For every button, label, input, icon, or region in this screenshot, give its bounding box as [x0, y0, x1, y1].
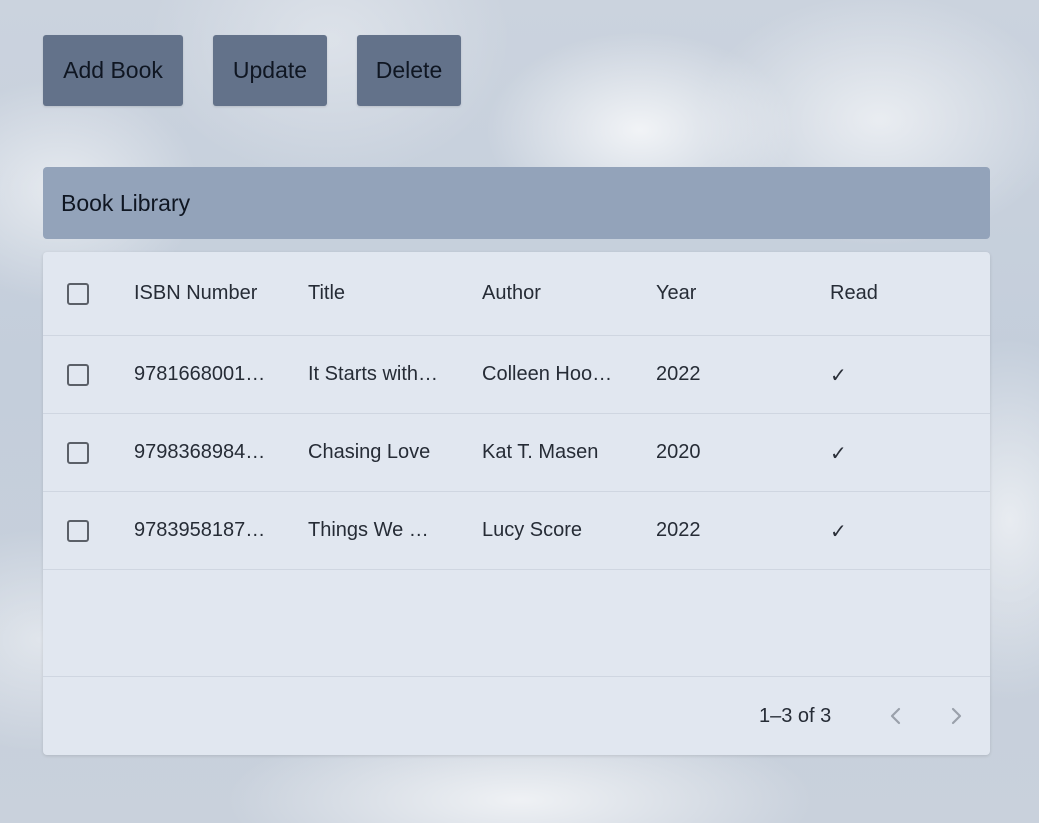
column-header-read-label: Read — [830, 282, 878, 304]
table-row[interactable]: 9781668001… It Starts with… Colleen Hoo…… — [43, 336, 990, 414]
table-row[interactable]: 9783958187… Things We … Lucy Score 2022 … — [43, 492, 990, 570]
chevron-right-icon — [951, 707, 962, 725]
table-row[interactable]: 9798368984… Chasing Love Kat T. Masen 20… — [43, 414, 990, 492]
row-select-cell — [67, 414, 97, 491]
isbn-value: 9781668001… — [134, 363, 266, 385]
read-check-icon: ✓ — [830, 362, 847, 387]
author-cell: Kat T. Masen — [482, 414, 624, 491]
add-book-button[interactable]: Add Book — [43, 35, 183, 106]
row-select-cell — [67, 336, 97, 413]
previous-page-button[interactable] — [880, 700, 912, 732]
title-value: Things We … — [308, 519, 429, 541]
year-cell: 2022 — [656, 492, 776, 569]
read-cell: ✓ — [830, 336, 950, 413]
column-header-title-label: Title — [308, 282, 346, 304]
library-title: Book Library — [61, 189, 191, 216]
row-checkbox[interactable] — [67, 441, 89, 464]
isbn-cell: 9783958187… — [134, 492, 276, 569]
title-cell: Chasing Love — [308, 414, 450, 491]
column-header-isbn-label: ISBN Number — [134, 282, 258, 304]
year-value: 2022 — [656, 519, 701, 541]
year-value: 2022 — [656, 363, 701, 385]
read-cell: ✓ — [830, 414, 950, 491]
book-table: ISBN Number Title Author Year Read 97816… — [43, 252, 990, 755]
update-button[interactable]: Update — [213, 35, 327, 106]
select-all-cell — [67, 252, 97, 335]
table-header-row: ISBN Number Title Author Year Read — [43, 252, 990, 336]
column-header-title[interactable]: Title — [308, 252, 450, 335]
row-select-cell — [67, 492, 97, 569]
next-page-button[interactable] — [940, 700, 972, 732]
author-value: Colleen Hoo… — [482, 363, 613, 385]
year-value: 2020 — [656, 441, 701, 463]
row-checkbox[interactable] — [67, 363, 89, 386]
row-checkbox[interactable] — [67, 519, 89, 542]
title-value: Chasing Love — [308, 441, 431, 463]
year-cell: 2020 — [656, 414, 776, 491]
pagination-footer: 1–3 of 3 — [43, 676, 990, 755]
isbn-cell: 9798368984… — [134, 414, 276, 491]
author-value: Lucy Score — [482, 519, 583, 541]
column-header-isbn[interactable]: ISBN Number — [134, 252, 276, 335]
author-cell: Colleen Hoo… — [482, 336, 624, 413]
select-all-checkbox[interactable] — [67, 282, 89, 305]
title-value: It Starts with… — [308, 363, 439, 385]
column-header-year-label: Year — [656, 282, 697, 304]
isbn-cell: 9781668001… — [134, 336, 276, 413]
read-cell: ✓ — [830, 492, 950, 569]
chevron-left-icon — [890, 707, 901, 725]
column-header-year[interactable]: Year — [656, 252, 776, 335]
column-header-author[interactable]: Author — [482, 252, 624, 335]
title-cell: Things We … — [308, 492, 450, 569]
isbn-value: 9798368984… — [134, 441, 266, 463]
delete-button[interactable]: Delete — [357, 35, 461, 106]
pagination-range: 1–3 of 3 — [759, 704, 832, 727]
year-cell: 2022 — [656, 336, 776, 413]
author-cell: Lucy Score — [482, 492, 624, 569]
column-header-author-label: Author — [482, 282, 541, 304]
read-check-icon: ✓ — [830, 518, 847, 543]
read-check-icon: ✓ — [830, 440, 847, 465]
library-title-bar: Book Library — [43, 167, 990, 239]
title-cell: It Starts with… — [308, 336, 450, 413]
isbn-value: 9783958187… — [134, 519, 266, 541]
column-header-read[interactable]: Read — [830, 252, 950, 335]
author-value: Kat T. Masen — [482, 441, 599, 463]
